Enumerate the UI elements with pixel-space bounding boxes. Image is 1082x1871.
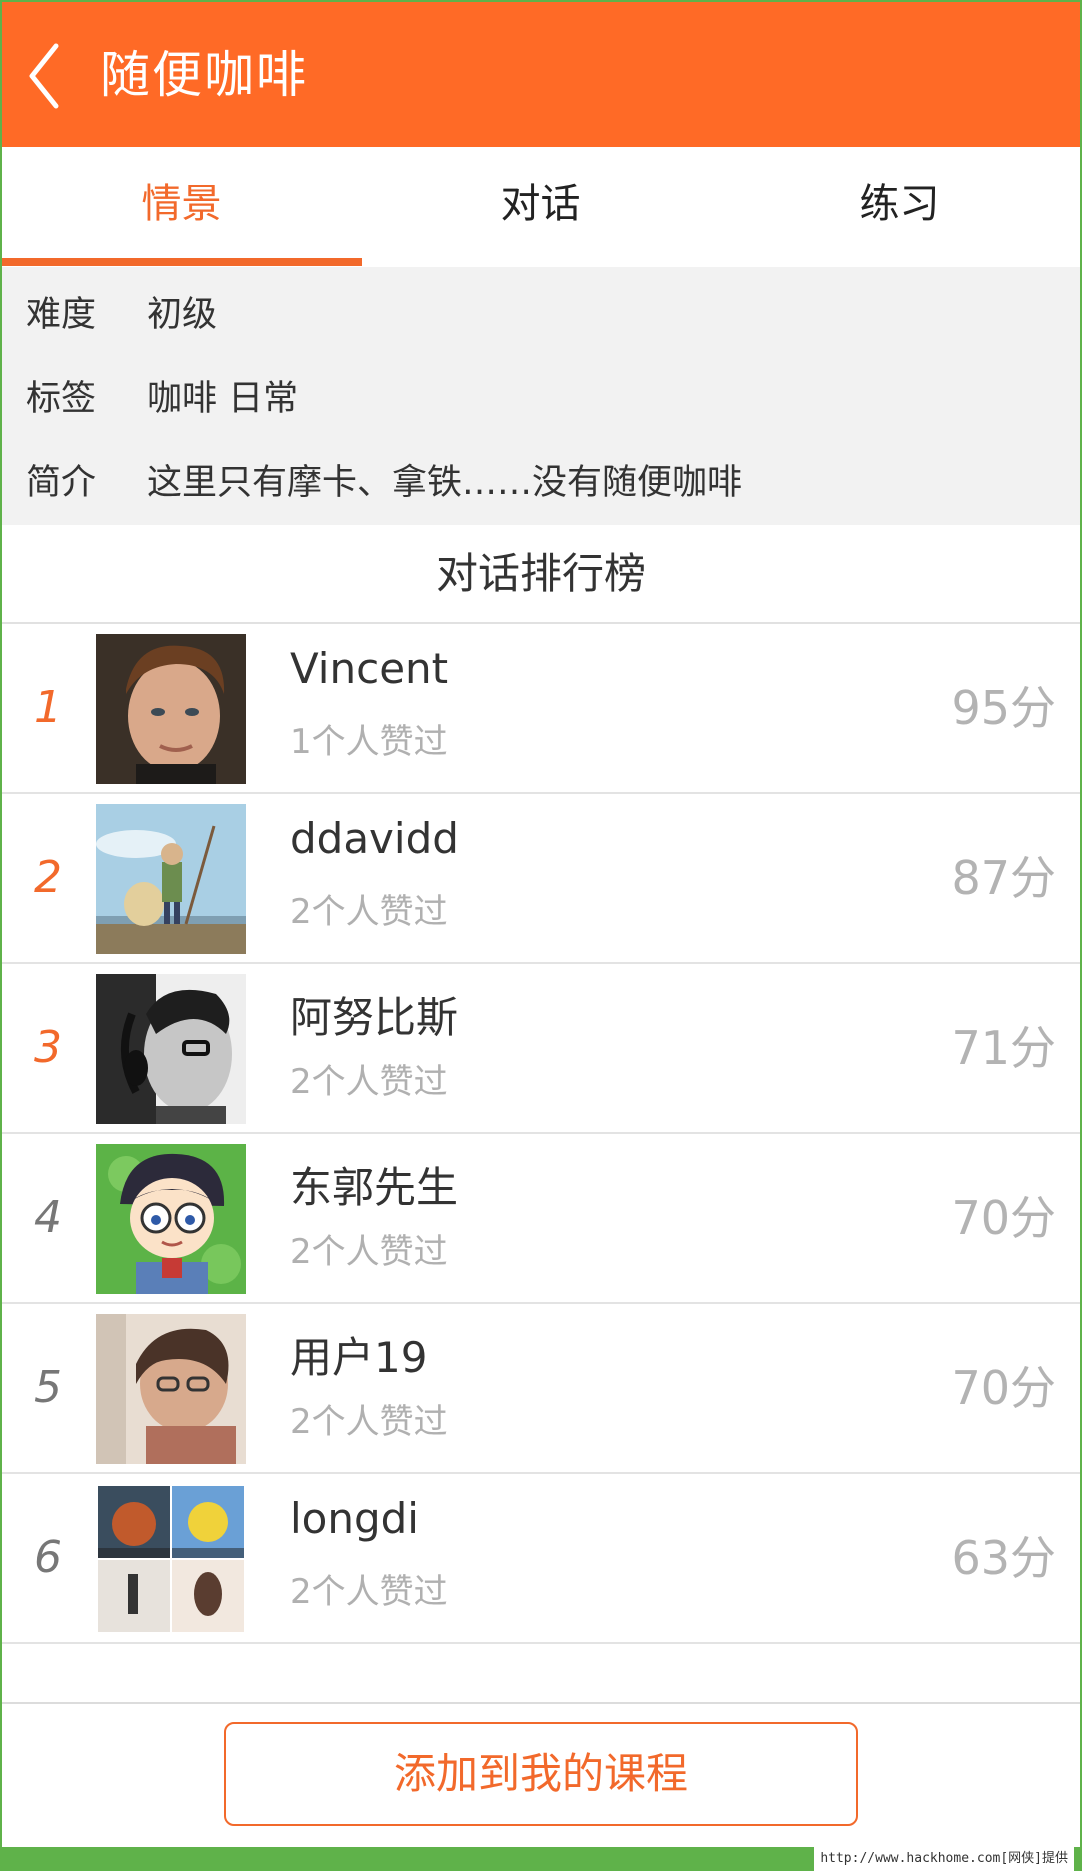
page-title: 随便咖啡 (100, 46, 308, 104)
rank-number: 4 (34, 1192, 62, 1243)
score: 71分 (951, 1021, 1056, 1075)
tab-scene[interactable]: 情景 (2, 147, 361, 261)
rank-number: 1 (34, 682, 62, 733)
user-name: 东郭先生 (290, 1163, 459, 1212)
rank-number: 5 (34, 1362, 62, 1413)
user-name: Vincent (290, 644, 449, 693)
user-name: 用户19 (290, 1333, 428, 1382)
rank-number: 3 (34, 1022, 62, 1073)
avatar[interactable] (96, 804, 246, 954)
leaderboard-row[interactable]: 5 用户19 2个人赞过 70分 (2, 1304, 1080, 1474)
info-value: 这里只有摩卡、拿铁……没有随便咖啡 (147, 463, 743, 503)
app-screen: 随便咖啡 情景 对话 练习 难度 初级 标签 咖啡 日常 简介 这里只有摩卡、拿… (0, 0, 1082, 1849)
leaderboard-list: 1 Vincent 1个人赞过 95分 2 ddavidd 2个人赞过 87分 … (2, 624, 1080, 1644)
leaderboard-row[interactable]: 1 Vincent 1个人赞过 95分 (2, 624, 1080, 794)
watermark-text: http://www.hackhome.com[网侠]提供 (814, 1847, 1074, 1871)
user-name: longdi (290, 1494, 419, 1543)
info-key: 标签 (26, 379, 97, 419)
info-row-tags: 标签 咖啡 日常 (2, 357, 1080, 441)
score: 63分 (951, 1531, 1056, 1585)
leaderboard-title: 对话排行榜 (2, 525, 1080, 624)
info-key: 难度 (26, 295, 97, 335)
like-count: 2个人赞过 (290, 1572, 448, 1612)
info-value: 初级 (147, 295, 218, 335)
back-button[interactable] (24, 40, 84, 112)
like-count: 2个人赞过 (290, 892, 448, 932)
like-count: 1个人赞过 (290, 722, 448, 762)
avatar[interactable] (96, 1144, 246, 1294)
score: 95分 (951, 681, 1056, 735)
tab-practice[interactable]: 练习 (720, 147, 1079, 261)
tab-dialogue[interactable]: 对话 (361, 147, 720, 261)
chevron-left-icon (29, 43, 59, 109)
avatar[interactable] (96, 634, 246, 784)
info-row-intro: 简介 这里只有摩卡、拿铁……没有随便咖啡 (2, 441, 1080, 525)
info-key: 简介 (26, 463, 97, 503)
leaderboard-row[interactable]: 4 东郭先生 2个人赞过 70分 (2, 1134, 1080, 1304)
active-tab-indicator (2, 258, 362, 266)
info-value: 咖啡 日常 (147, 379, 299, 419)
divider (2, 1702, 1080, 1704)
rank-number: 6 (34, 1532, 62, 1583)
like-count: 2个人赞过 (290, 1232, 448, 1272)
score: 70分 (951, 1191, 1056, 1245)
rank-number: 2 (34, 852, 62, 903)
add-to-course-button[interactable]: 添加到我的课程 (224, 1722, 858, 1826)
top-bar: 随便咖啡 (2, 2, 1080, 147)
like-count: 2个人赞过 (290, 1062, 448, 1102)
info-row-difficulty: 难度 初级 (2, 273, 1080, 357)
avatar[interactable] (96, 1484, 246, 1634)
like-count: 2个人赞过 (290, 1402, 448, 1442)
score: 87分 (951, 851, 1056, 905)
user-name: 阿努比斯 (290, 993, 459, 1042)
user-name: ddavidd (290, 814, 459, 863)
avatar[interactable] (96, 974, 246, 1124)
leaderboard-row[interactable]: 2 ddavidd 2个人赞过 87分 (2, 794, 1080, 964)
avatar[interactable] (96, 1314, 246, 1464)
leaderboard-row[interactable]: 6 longdi 2个人赞过 63分 (2, 1474, 1080, 1644)
leaderboard-row[interactable]: 3 阿努比斯 2个人赞过 71分 (2, 964, 1080, 1134)
tab-bar: 情景 对话 练习 (2, 147, 1080, 267)
score: 70分 (951, 1361, 1056, 1415)
scene-info-panel: 难度 初级 标签 咖啡 日常 简介 这里只有摩卡、拿铁……没有随便咖啡 (2, 267, 1080, 525)
